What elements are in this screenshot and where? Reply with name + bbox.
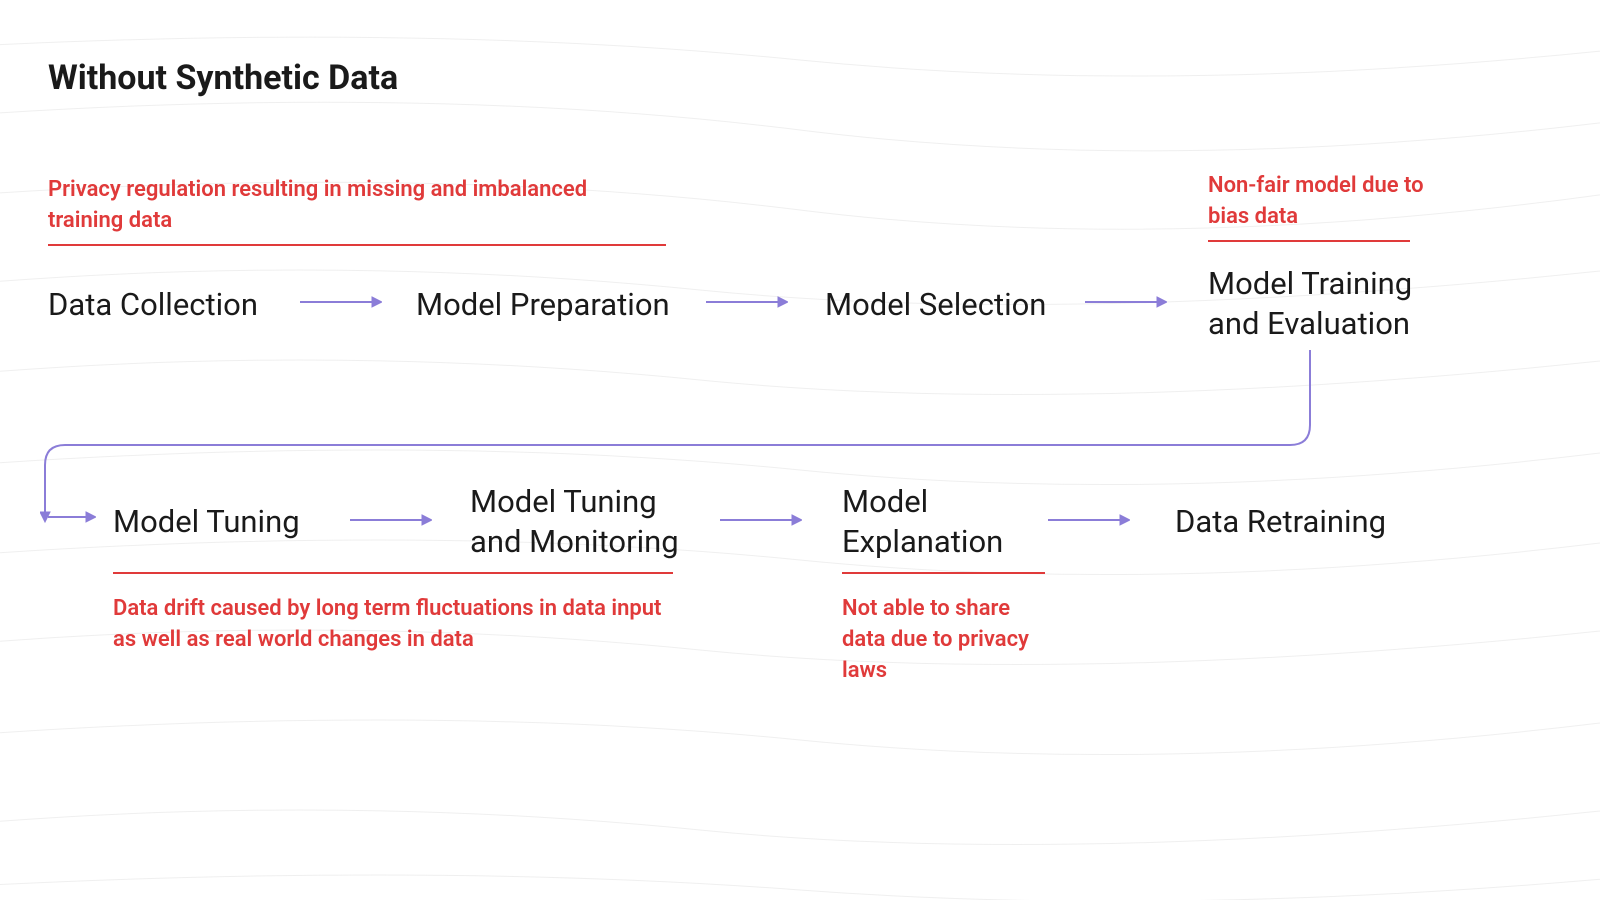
stage-data-retraining: Data Retraining [1175,502,1386,542]
arrow-icon [720,513,802,527]
annotation-non-fair: Non-fair model due to bias data [1208,171,1428,233]
annotation-data-drift: Data drift caused by long term fluctuati… [113,594,683,656]
diagram-title: Without Synthetic Data [48,58,398,98]
stage-model-training-eval: Model Training and Evaluation [1208,264,1428,345]
underline-not-able-share [842,572,1045,574]
arrow-icon [1048,513,1130,527]
stage-model-tuning: Model Tuning [113,502,300,542]
stage-model-explanation: Model Explanation [842,482,1042,563]
underline-privacy-regulation [48,244,666,246]
arrow-icon [1085,295,1167,309]
underline-non-fair [1208,240,1410,242]
annotation-privacy-regulation: Privacy regulation resulting in missing … [48,175,638,237]
underline-data-drift [113,572,673,574]
stage-model-preparation: Model Preparation [416,285,670,325]
stage-model-tuning-monitoring: Model Tuning and Monitoring [470,482,710,563]
arrow-icon [706,295,788,309]
arrow-icon [48,510,96,524]
arrow-icon [350,513,432,527]
stage-model-selection: Model Selection [825,285,1046,325]
arrow-icon [300,295,382,309]
annotation-not-able-share: Not able to share data due to privacy la… [842,594,1042,686]
stage-data-collection: Data Collection [48,285,258,325]
